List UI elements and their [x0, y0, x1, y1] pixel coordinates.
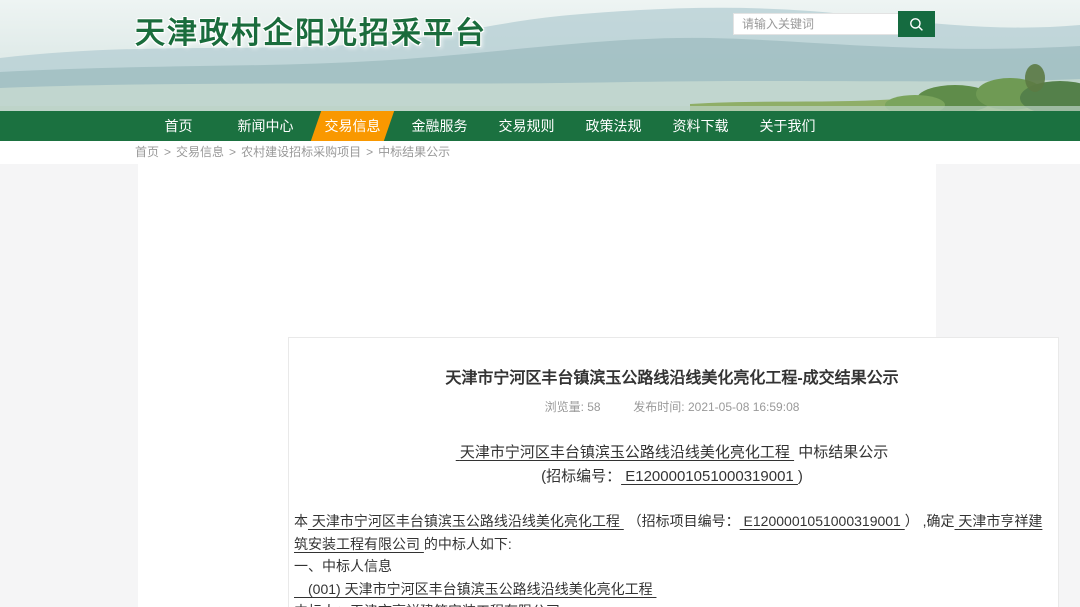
nav-item-label: 资料下载	[673, 118, 729, 134]
article-panel: 天津市宁河区丰台镇滨玉公路线沿线美化亮化工程-成交结果公示 浏览量: 58 发布…	[288, 337, 1059, 607]
hero-banner: 天津政村企阳光招采平台	[0, 0, 1080, 111]
paragraph: 本 天津市宁河区丰台镇滨玉公路线沿线美化亮化工程 （招标项目编号： E12000…	[294, 510, 1050, 555]
article-meta: 浏览量: 58 发布时间: 2021-05-08 16:59:08	[294, 398, 1050, 415]
publish-label: 发布时间:	[633, 400, 684, 414]
text-segment: 中标人：天津市亨祥建筑安装工程有限公司	[294, 603, 560, 607]
article-title: 天津市宁河区丰台镇滨玉公路线沿线美化亮化工程-成交结果公示	[294, 364, 1050, 388]
nav-item-label: 交易信息	[325, 118, 381, 134]
nav-item-finance[interactable]: 金融服务	[396, 111, 483, 141]
nav-item-label: 政策法规	[586, 118, 642, 134]
paragraph: (001) 天津市宁河区丰台镇滨玉公路线沿线美化亮化工程	[294, 578, 1050, 601]
nav-item-label: 新闻中心	[238, 118, 294, 134]
search-icon	[909, 17, 924, 32]
views-count: 58	[587, 400, 600, 414]
breadcrumb-link[interactable]: 农村建设招标采购项目	[241, 145, 361, 159]
paragraph: 中标人：天津市亨祥建筑安装工程有限公司	[294, 600, 1050, 607]
nav-item-home[interactable]: 首页	[135, 111, 222, 141]
breadcrumb-separator: >	[164, 145, 171, 159]
text-segment: )	[798, 468, 803, 485]
nav-item-label: 关于我们	[760, 118, 816, 134]
breadcrumb-separator: >	[229, 145, 236, 159]
nav-item-downloads[interactable]: 资料下载	[657, 111, 744, 141]
text-segment: ） ,确定	[905, 513, 955, 529]
text-segment: 中标结果公示	[794, 444, 888, 461]
search-button[interactable]	[898, 11, 935, 37]
nav-item-trade-info[interactable]: 交易信息	[309, 111, 396, 141]
underlined-text: E1200001051000319001	[740, 513, 905, 529]
breadcrumb-link[interactable]: 交易信息	[176, 145, 224, 159]
underlined-text: 天津市宁河区丰台镇滨玉公路线沿线美化亮化工程	[456, 444, 794, 461]
views-label: 浏览量:	[545, 400, 584, 414]
breadcrumb: 首页 > 交易信息 > 农村建设招标采购项目 > 中标结果公示	[0, 141, 1080, 164]
nav-item-news[interactable]: 新闻中心	[222, 111, 309, 141]
nav-item-label: 交易规则	[499, 118, 555, 134]
subtitle-line: 天津市宁河区丰台镇滨玉公路线沿线美化亮化工程 中标结果公示	[294, 441, 1050, 465]
paragraph: 一、中标人信息	[294, 555, 1050, 578]
article-subtitle: 天津市宁河区丰台镇滨玉公路线沿线美化亮化工程 中标结果公示(招标编号： E120…	[294, 441, 1050, 489]
text-segment: 一、中标人信息	[294, 558, 392, 574]
nav-item-trade-rules[interactable]: 交易规则	[483, 111, 570, 141]
breadcrumb-link[interactable]: 首页	[135, 145, 159, 159]
nav-item-about[interactable]: 关于我们	[744, 111, 831, 141]
underlined-text: 天津市宁河区丰台镇滨玉公路线沿线美化亮化工程	[308, 513, 624, 529]
content-wrapper: 天津市宁河区丰台镇滨玉公路线沿线美化亮化工程-成交结果公示 浏览量: 58 发布…	[138, 164, 936, 607]
nav-item-label: 金融服务	[412, 118, 468, 134]
underlined-text: (001) 天津市宁河区丰台镇滨玉公路线沿线美化亮化工程	[294, 581, 656, 597]
subtitle-line: (招标编号： E1200001051000319001 )	[294, 465, 1050, 489]
text-segment: (招标编号：	[541, 468, 621, 485]
breadcrumb-link: 中标结果公示	[378, 145, 450, 159]
article-body: 本 天津市宁河区丰台镇滨玉公路线沿线美化亮化工程 （招标项目编号： E12000…	[294, 510, 1050, 607]
breadcrumb-separator: >	[366, 145, 373, 159]
site-title: 天津政村企阳光招采平台	[135, 8, 487, 52]
nav-item-label: 首页	[165, 118, 193, 134]
text-segment: 的中标人如下:	[424, 536, 512, 552]
breadcrumb-row: 首页 > 交易信息 > 农村建设招标采购项目 > 中标结果公示	[0, 141, 1080, 164]
search-bar	[733, 11, 935, 37]
main-navigation: 首页 新闻中心 交易信息 金融服务 交易规则 政策法规 资料下载 关于我们	[0, 111, 1080, 141]
text-segment: 本	[294, 513, 308, 529]
search-input[interactable]	[733, 13, 898, 35]
nav-item-policy[interactable]: 政策法规	[570, 111, 657, 141]
publish-time: 2021-05-08 16:59:08	[688, 400, 799, 414]
underlined-text: E1200001051000319001	[621, 468, 798, 485]
text-segment: （招标项目编号：	[624, 513, 740, 529]
page: 天津政村企阳光招采平台 首页新闻中心交易信息金融服务交易规则政策法规资料下载关于…	[0, 0, 1080, 607]
